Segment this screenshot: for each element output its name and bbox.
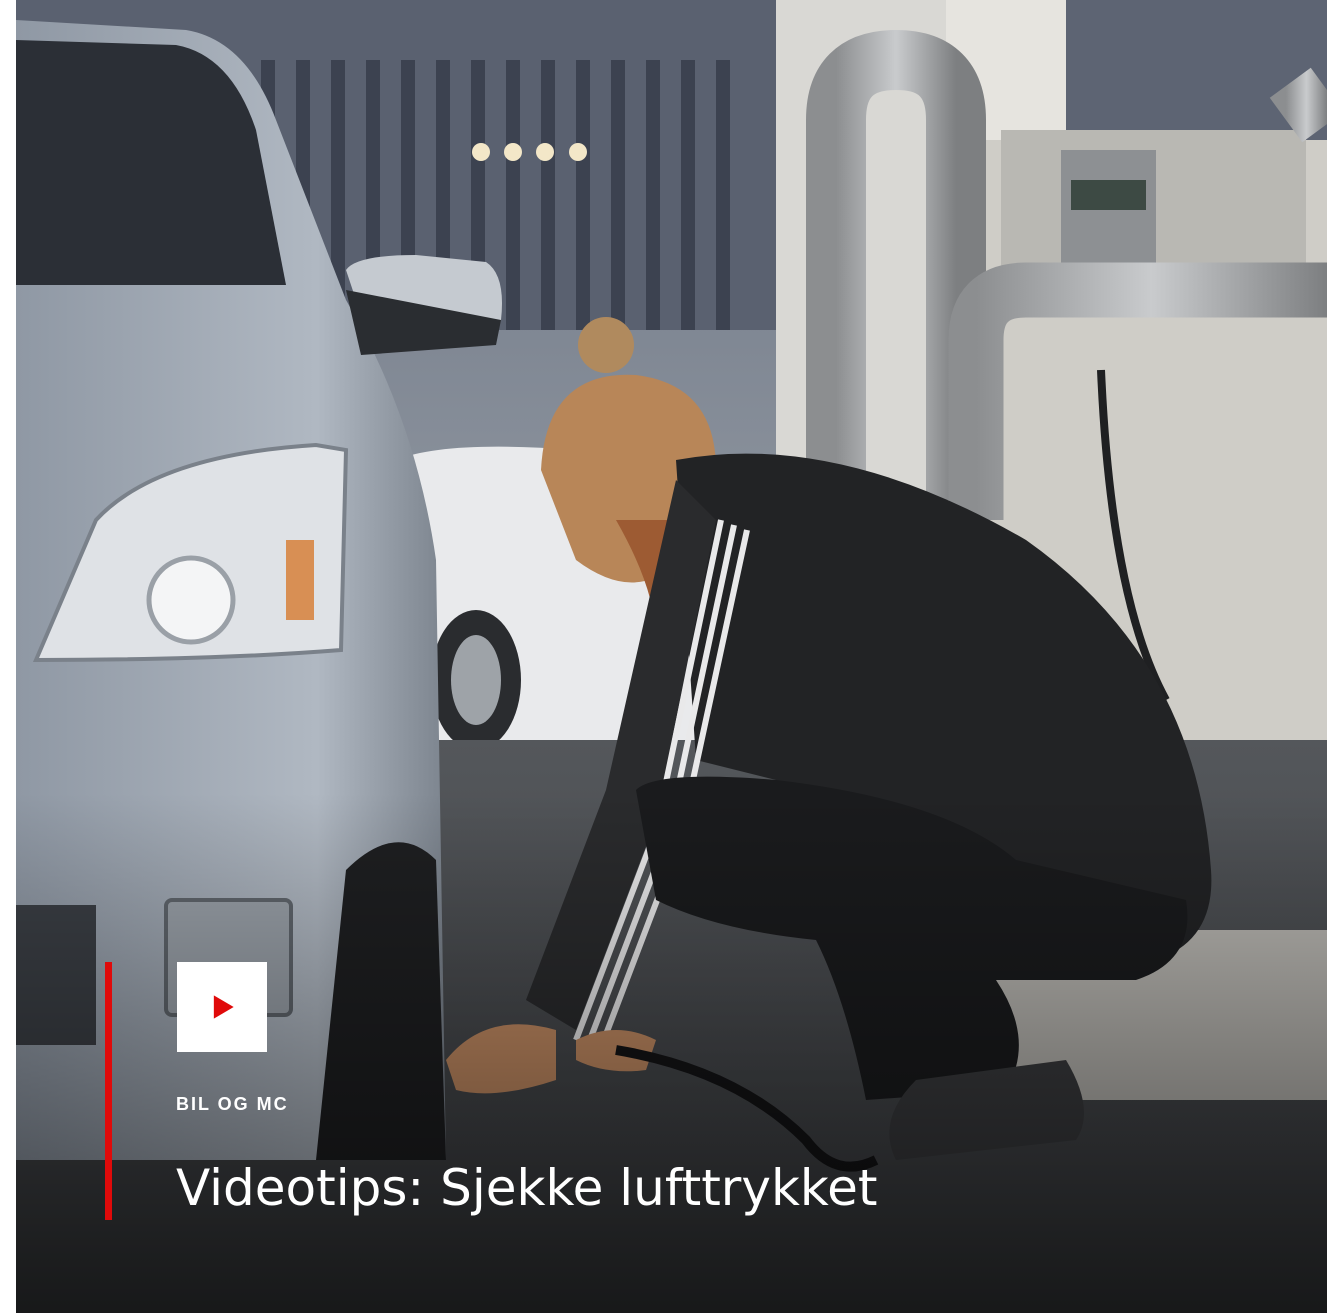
article-card[interactable]: BIL OG MC Videotips: Sjekke lufttrykket — [16, 0, 1327, 1313]
article-headline[interactable]: Videotips: Sjekke lufttrykket — [176, 1158, 877, 1218]
play-icon — [213, 995, 234, 1019]
image-gradient-overlay — [16, 793, 1327, 1313]
play-button[interactable] — [177, 962, 267, 1052]
accent-bar — [105, 962, 112, 1220]
category-label: BIL OG MC — [176, 1094, 289, 1114]
